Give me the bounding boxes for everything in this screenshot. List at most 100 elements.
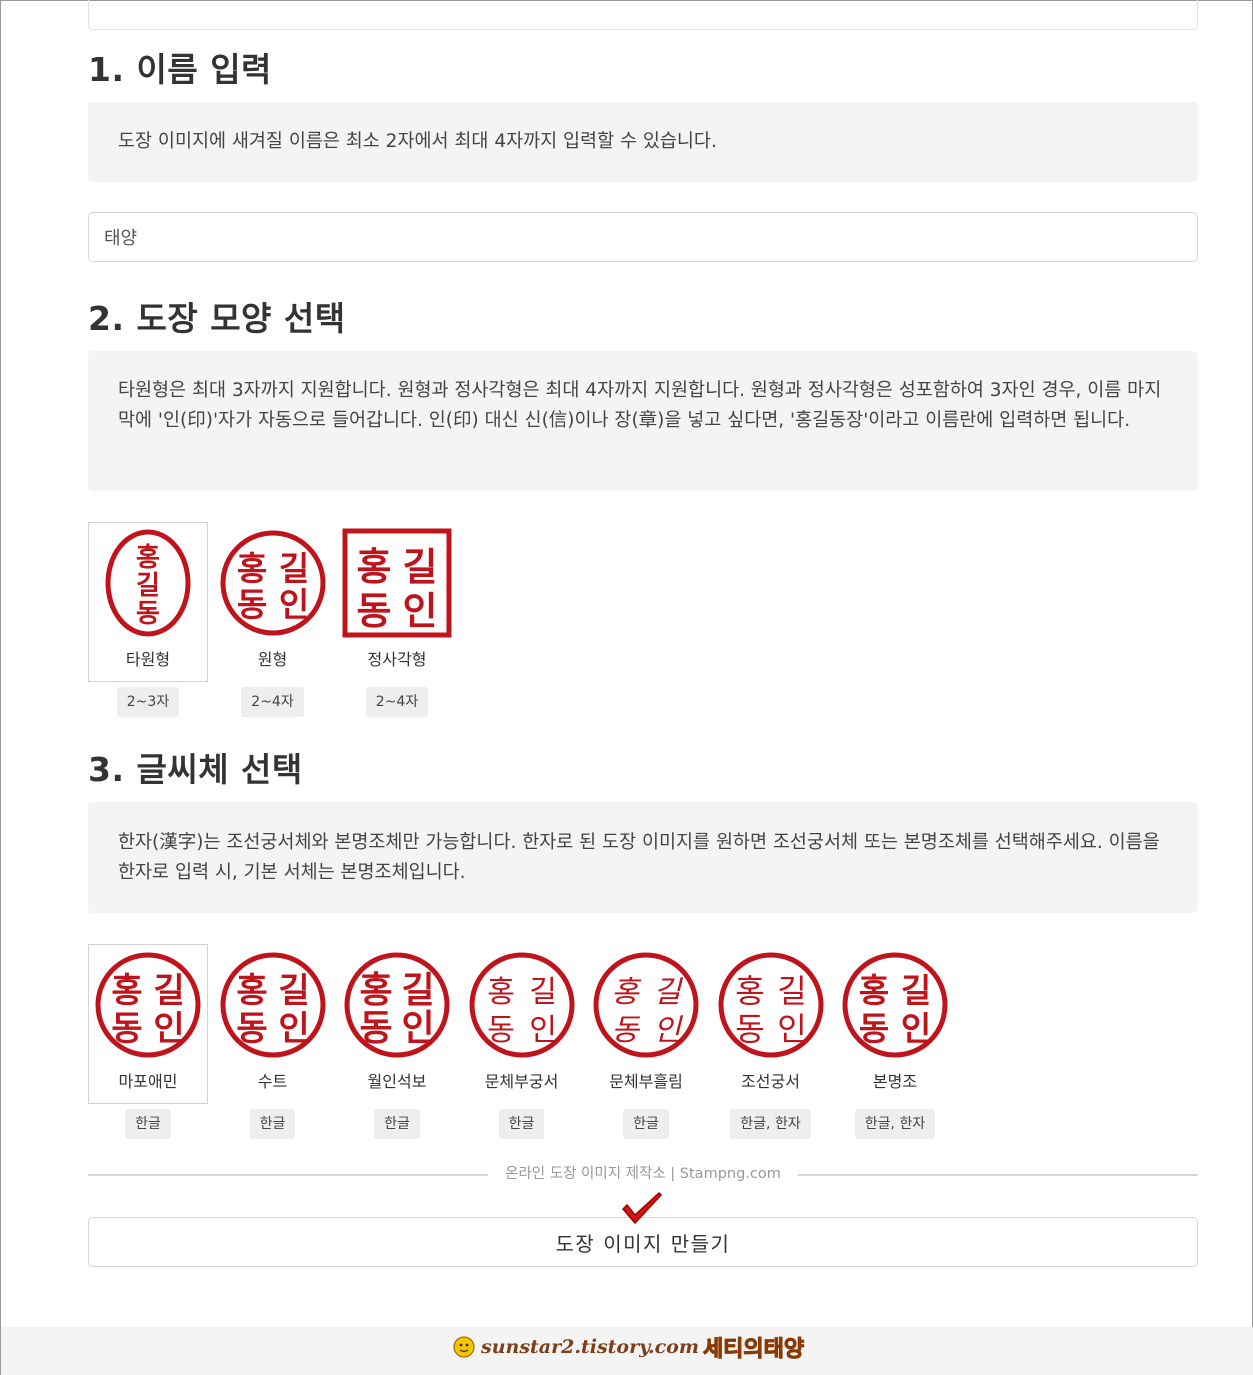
ellipse-stamp-glyph-2: 길 xyxy=(136,571,160,601)
shape-label-circle: 원형 xyxy=(257,650,288,669)
circle-stamp-glyph-2: 길 xyxy=(278,549,308,588)
font-stamp-glyph: 동 xyxy=(735,1010,764,1048)
square-stamp-glyph-2: 길 xyxy=(403,545,438,589)
shape-option-ellipse: 홍 길 동 타원형 2~3자 xyxy=(88,522,208,717)
shape-options: 홍 길 동 타원형 2~3자 홍 길 동 인 원형 2~4자 홍 길 동 인 정… xyxy=(88,522,462,717)
font-stamp-glyph: 길 xyxy=(153,971,184,1011)
font-stamp-glyph: 인 xyxy=(777,1010,806,1048)
section1-title: 1. 이름 입력 xyxy=(88,50,272,89)
font-stamp-icon: 홍 길동 인 xyxy=(718,952,823,1058)
smiley-icon xyxy=(453,1336,475,1358)
font-stamp-glyph: 인 xyxy=(278,1009,309,1049)
previous-section-box xyxy=(88,0,1198,30)
font-stamp-glyph: 동 xyxy=(611,1013,640,1048)
watermark: sunstar2.tistory.com 세티의태양 xyxy=(453,1331,805,1363)
shape-label-ellipse: 타원형 xyxy=(125,650,171,669)
font-option: 홍 길 동 인문체부흘림한글 xyxy=(586,944,706,1139)
font-label: 수트 xyxy=(257,1072,288,1091)
section3-title: 3. 글씨체 선택 xyxy=(88,750,303,789)
font-stamp-glyph: 홍 xyxy=(859,971,889,1010)
font-label: 문체부궁서 xyxy=(484,1072,559,1091)
font-label: 본명조 xyxy=(872,1072,918,1091)
font-option: 홍 길 동 인수트한글 xyxy=(213,944,333,1139)
font-option: 홍 길 동 인 조선궁서 한글, 한자 xyxy=(711,944,831,1139)
font-stamp-glyph: 길 xyxy=(529,975,557,1010)
font-stamp-icon: 홍 길동 인 xyxy=(842,952,948,1058)
font-stamp-glyph: 동 xyxy=(111,1009,142,1049)
square-stamp-icon: 홍 길 동 인 xyxy=(342,528,452,638)
square-stamp-glyph-1: 홍 xyxy=(357,545,392,589)
watermark-brand: 세티의태양 xyxy=(702,1337,805,1363)
font-stamp-glyph: 길 xyxy=(777,972,806,1010)
font-options: 홍 길 동 인 마포애민 한글 홍 길 동 인 수트 한글 홍 길 동 인 월인석보 한글 홍 길 동 인 문체부궁서 한글 홍… xyxy=(88,944,960,1139)
shape-option-square: 홍 길 동 인 정사각형 2~4자 xyxy=(337,522,457,717)
font-label: 문체부흘림 xyxy=(609,1072,683,1091)
font-stamp-glyph: 인 xyxy=(529,1013,557,1048)
ellipse-stamp-glyph-1: 홍 xyxy=(136,543,160,573)
section2-title: 2. 도장 모양 선택 xyxy=(88,299,346,338)
font-stamp-glyph: 홍 xyxy=(359,970,392,1011)
ellipse-stamp-glyph-3: 동 xyxy=(136,599,160,629)
font-stamp-glyph: 홍 xyxy=(487,975,515,1010)
font-option: 홍 길 동 인문체부궁서한글 xyxy=(462,944,582,1139)
font-badge: 한글 xyxy=(498,1109,545,1139)
shape-badge-ellipse: 2~3자 xyxy=(116,687,180,717)
font-badge: 한글 xyxy=(374,1109,420,1139)
section3-note: 한자(漢字)는 조선궁서체와 본명조체만 가능합니다. 한자로 된 도장 이미지… xyxy=(88,802,1198,913)
font-stamp-glyph: 길 xyxy=(278,971,309,1011)
name-input[interactable] xyxy=(88,212,1198,262)
font-stamp-glyph: 홍 xyxy=(611,975,642,1010)
circle-stamp-glyph-1: 홍 xyxy=(236,549,266,588)
font-stamp-glyph: 동 xyxy=(487,1013,515,1048)
font-stamp-icon: 홍 길동 인 xyxy=(95,952,201,1058)
separator: 온라인 도장 이미지 제작소 | Stampng.com xyxy=(88,1166,1198,1182)
separator-text: 온라인 도장 이미지 제작소 | Stampng.com xyxy=(493,1166,793,1182)
font-stamp-glyph: 동 xyxy=(236,1009,267,1049)
font-stamp-glyph: 인 xyxy=(401,1008,434,1049)
font-option: 홍 길 동 인마포애민한글 xyxy=(88,944,208,1139)
font-stamp-icon: 홍 길동 인 xyxy=(593,952,699,1058)
font-card[interactable]: 홍 길 동 인마포애민 xyxy=(88,944,208,1104)
font-badge: 한글 xyxy=(623,1109,669,1139)
font-badge: 한글, 한자 xyxy=(854,1109,936,1139)
shape-label-square: 정사각형 xyxy=(367,650,427,669)
square-stamp-glyph-4: 인 xyxy=(403,589,438,633)
font-card[interactable]: 홍 길 동 인문체부궁서 xyxy=(462,944,582,1104)
font-option: 홍 길 동 인본명조한글, 한자 xyxy=(835,944,955,1139)
font-stamp-icon: 홍 길동 인 xyxy=(220,952,325,1058)
font-stamp-glyph: 길 xyxy=(901,971,931,1010)
font-stamp-icon: 홍 길동 인 xyxy=(469,952,574,1058)
font-stamp-glyph: 인 xyxy=(901,1009,931,1048)
shape-badge-circle: 2~4자 xyxy=(241,687,304,717)
font-stamp-glyph: 홍 xyxy=(111,971,142,1011)
ellipse-stamp-icon: 홍 길 동 xyxy=(105,529,191,637)
font-badge: 한글 xyxy=(125,1109,171,1139)
font-label: 월인석보 xyxy=(367,1072,427,1091)
shape-badge-square: 2~4자 xyxy=(365,687,429,717)
checkmark-icon xyxy=(621,1191,663,1225)
circle-stamp-glyph-3: 동 xyxy=(236,585,266,624)
font-stamp-glyph: 길 xyxy=(401,970,434,1011)
font-stamp-glyph: 동 xyxy=(359,1008,392,1049)
circle-stamp-glyph-4: 인 xyxy=(278,585,308,624)
font-badge: 한글 xyxy=(249,1109,296,1139)
font-card[interactable]: 홍 길 동 인수트 xyxy=(213,944,333,1104)
section2-note: 타원형은 최대 3자까지 지원합니다. 원형과 정사각형은 최대 4자까지 지원… xyxy=(88,351,1198,491)
font-card[interactable]: 홍 길 동 인월인석보 xyxy=(337,944,457,1104)
font-stamp-glyph: 인 xyxy=(653,1013,683,1048)
font-stamp-glyph: 길 xyxy=(653,975,683,1010)
font-stamp-glyph: 홍 xyxy=(236,971,267,1011)
font-label: 조선궁서 xyxy=(741,1072,800,1091)
shape-option-circle: 홍 길 동 인 원형 2~4자 xyxy=(213,522,333,717)
shape-card-ellipse[interactable]: 홍 길 동 타원형 xyxy=(88,522,208,682)
font-card[interactable]: 홍 길 동 인본명조 xyxy=(835,944,955,1104)
font-stamp-glyph: 인 xyxy=(153,1009,184,1049)
circle-stamp-icon: 홍 길 동 인 xyxy=(220,530,325,636)
font-card[interactable]: 홍 길 동 인조선궁서 xyxy=(711,944,831,1104)
font-label: 마포애민 xyxy=(118,1072,178,1091)
shape-card-circle[interactable]: 홍 길 동 인 원형 xyxy=(213,522,333,682)
shape-card-square[interactable]: 홍 길 동 인 정사각형 xyxy=(337,522,457,682)
font-stamp-glyph: 홍 xyxy=(735,972,764,1010)
font-option: 홍 길 동 인월인석보한글 xyxy=(337,944,457,1139)
font-card[interactable]: 홍 길 동 인문체부흘림 xyxy=(586,944,706,1104)
